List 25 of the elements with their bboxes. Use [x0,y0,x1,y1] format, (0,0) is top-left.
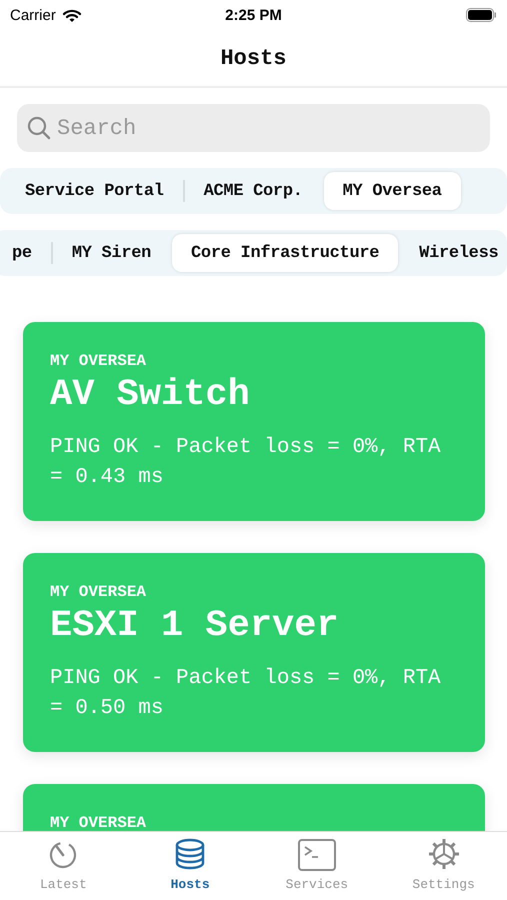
carrier-label: Carrier [10,6,56,24]
status-message: PING OK - Packet loss = 0%, RTA = 0.50 ms [50,666,442,722]
filter-tab[interactable]: pe [0,234,51,272]
host-group: MY OVERSEA [50,814,458,831]
filter-tab[interactable]: ACME Corp. [184,172,322,210]
search-icon [27,116,51,140]
database-icon [174,838,206,872]
battery-icon [466,8,497,22]
filter-tab[interactable]: Service Portal [6,172,183,210]
terminal-icon [296,838,337,872]
settings-icon [428,838,460,872]
filter-tab[interactable]: MY Oversea [324,172,461,210]
filter-tab[interactable]: MY Siren [52,234,170,272]
wifi-icon [62,7,82,23]
host-group: MY OVERSEA [50,352,458,370]
status-message: PING OK - Packet loss = 0%, RTA = 0.43 ms [50,435,442,491]
host-group: MY OVERSEA [50,583,458,601]
host-name: AV Switch [50,374,251,416]
page-title: Hosts [220,46,286,70]
filter-tab[interactable]: Wireless [400,234,507,272]
filter-tab[interactable]: Core Infrastructure [172,234,398,272]
clock-time: 2:25 PM [225,6,282,24]
tab-bar-item[interactable]: Hosts [126,832,254,900]
host-name: ESXI 1 Server [50,605,340,647]
search-field[interactable]: Search [17,104,490,152]
